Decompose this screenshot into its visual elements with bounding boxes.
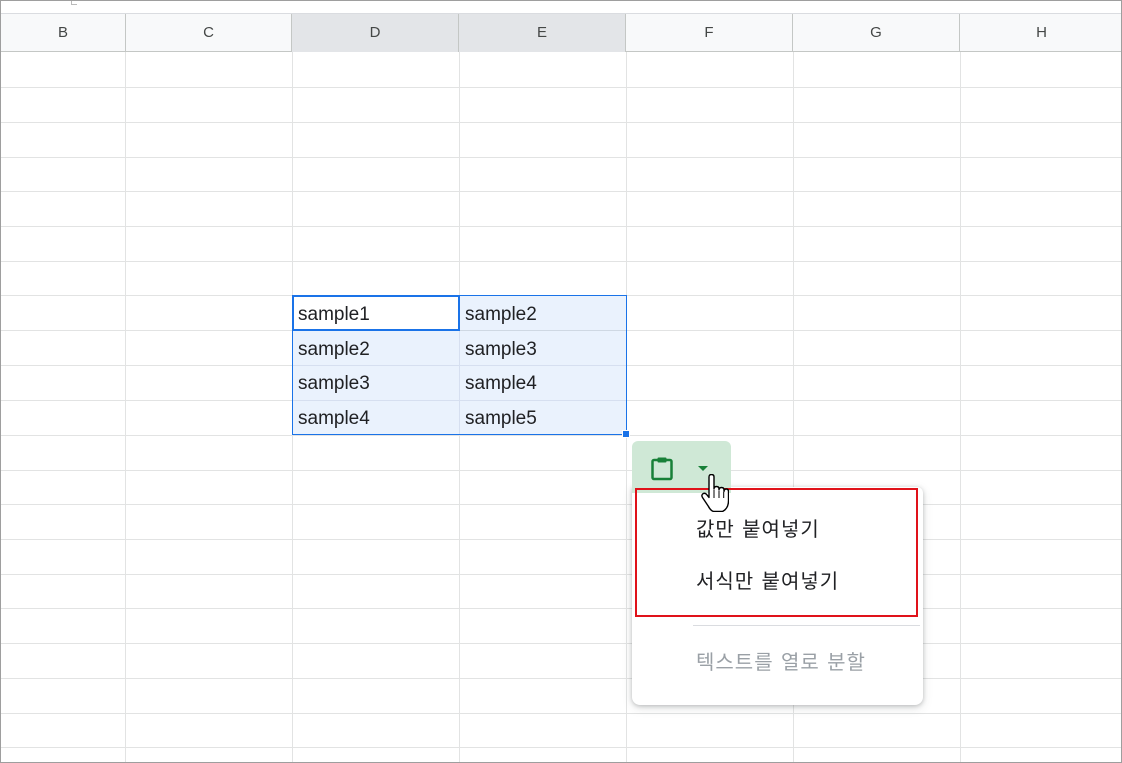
range-gridline [459, 331, 460, 434]
menu-item-paste-values-only[interactable]: 값만 붙여넣기 [696, 512, 820, 546]
cell-d1[interactable]: sample1 [298, 298, 370, 332]
clipboard-icon [649, 455, 675, 485]
gridline [1, 122, 1121, 123]
column-header-row: B C D E F G H [1, 14, 1121, 52]
gridline [125, 52, 126, 762]
column-header-f[interactable]: F [626, 14, 793, 52]
gridline [960, 52, 961, 762]
column-header-e[interactable]: E [459, 14, 626, 52]
cell-e3[interactable]: sample4 [465, 367, 537, 401]
gridline [1, 157, 1121, 158]
menu-item-paste-format-only[interactable]: 서식만 붙여넣기 [696, 564, 839, 598]
spreadsheet-window: B C D E F G H sample1 sample2 sample2 sa… [0, 0, 1122, 763]
cell-d2[interactable]: sample2 [298, 333, 370, 367]
column-header-b[interactable]: B [1, 14, 126, 52]
menu-item-split-text-to-columns: 텍스트를 열로 분할 [696, 650, 866, 674]
gridline [1, 261, 1121, 262]
gridline [1, 87, 1121, 88]
cell-d3[interactable]: sample3 [298, 367, 370, 401]
gridline [1, 643, 1121, 644]
gridline [1, 191, 1121, 192]
gridline [1, 504, 1121, 505]
bar-edge-mark [71, 1, 77, 5]
column-header-c[interactable]: C [126, 14, 292, 52]
column-header-h[interactable]: H [960, 14, 1121, 52]
hand-cursor-icon [701, 473, 730, 516]
formula-bar-edge [1, 1, 1121, 14]
gridline [1, 470, 1121, 471]
cell-d4[interactable]: sample4 [298, 402, 370, 436]
cell-e1[interactable]: sample2 [465, 298, 537, 332]
menu-divider [693, 625, 920, 626]
column-header-g[interactable]: G [793, 14, 960, 52]
gridline [1, 435, 1121, 436]
gridline [1, 678, 1121, 679]
fill-handle[interactable] [622, 430, 630, 438]
column-header-d[interactable]: D [292, 14, 459, 52]
cell-e2[interactable]: sample3 [465, 333, 537, 367]
gridline [1, 574, 1121, 575]
cell-e4[interactable]: sample5 [465, 402, 537, 436]
gridline [1, 747, 1121, 748]
gridline [1, 539, 1121, 540]
caret-down-icon[interactable] [698, 466, 708, 471]
gridline [1, 608, 1121, 609]
gridline [1, 226, 1121, 227]
gridline [1, 713, 1121, 714]
